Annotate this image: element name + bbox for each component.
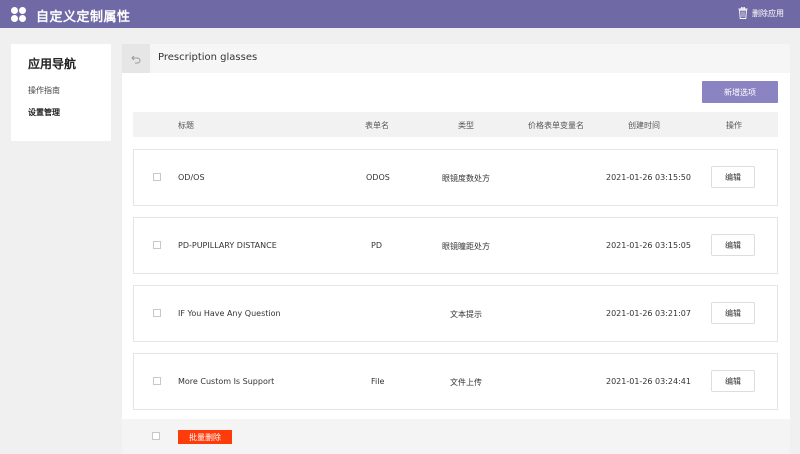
column-header-created: 创建时间 <box>628 121 660 130</box>
page-title: Prescription glasses <box>158 52 258 63</box>
table-header: 标题 表单名 类型 价格表单变量名 创建时间 操作 <box>133 112 778 137</box>
sidebar-item-guide[interactable]: 操作指南 <box>28 85 60 96</box>
row-form-name: ODOS <box>366 173 390 182</box>
trash-icon <box>738 7 748 19</box>
row-created: 2021-01-26 03:24:41 <box>606 377 691 386</box>
edit-button[interactable]: 编辑 <box>711 234 755 256</box>
row-type: 眼镜度数处方 <box>442 174 490 183</box>
table-row: More Custom Is Support File 文件上传 2021-01… <box>133 353 778 410</box>
row-type: 眼镜瞳距处方 <box>442 242 490 251</box>
main-header: Prescription glasses <box>122 44 790 73</box>
edit-button[interactable]: 编辑 <box>711 302 755 324</box>
top-bar: 自定义定制属性 删除应用 <box>0 0 800 28</box>
column-header-action: 操作 <box>726 121 742 130</box>
table-row: PD-PUPILLARY DISTANCE PD 眼镜瞳距处方 2021-01-… <box>133 217 778 274</box>
column-header-type: 类型 <box>458 121 474 130</box>
back-arrow-icon <box>131 55 141 63</box>
row-checkbox[interactable] <box>153 241 161 249</box>
batch-delete-button[interactable]: 批量删除 <box>178 430 232 444</box>
app-title: 自定义定制属性 <box>36 10 131 25</box>
table-row: OD/OS ODOS 眼镜度数处方 2021-01-26 03:15:50 编辑 <box>133 149 778 206</box>
select-all-checkbox[interactable] <box>152 432 160 440</box>
delete-app-label: 删除应用 <box>752 8 784 18</box>
sidebar-item-settings[interactable]: 设置管理 <box>28 107 60 118</box>
row-type: 文件上传 <box>450 378 482 387</box>
row-created: 2021-01-26 03:15:05 <box>606 241 691 250</box>
column-header-form-name: 表单名 <box>365 121 389 130</box>
row-title: PD-PUPILLARY DISTANCE <box>178 241 277 250</box>
table-row: IF You Have Any Question 文本提示 2021-01-26… <box>133 285 778 342</box>
row-form-name: File <box>371 377 385 386</box>
sidebar: 应用导航 操作指南 设置管理 <box>11 44 111 141</box>
delete-app-button[interactable]: 删除应用 <box>738 7 784 19</box>
back-button[interactable] <box>122 44 150 73</box>
row-title: IF You Have Any Question <box>178 309 281 318</box>
row-checkbox[interactable] <box>153 173 161 181</box>
row-created: 2021-01-26 03:21:07 <box>606 309 691 318</box>
table-footer: 批量删除 <box>122 419 790 454</box>
row-checkbox[interactable] <box>153 309 161 317</box>
row-checkbox[interactable] <box>153 377 161 385</box>
column-header-price-var: 价格表单变量名 <box>528 121 584 130</box>
sidebar-title: 应用导航 <box>28 57 77 71</box>
row-title: More Custom Is Support <box>178 377 275 386</box>
row-type: 文本提示 <box>450 310 482 319</box>
column-header-title: 标题 <box>178 121 194 130</box>
row-form-name: PD <box>371 241 382 250</box>
row-created: 2021-01-26 03:15:50 <box>606 173 691 182</box>
add-option-button[interactable]: 新增选项 <box>702 81 778 103</box>
row-title: OD/OS <box>178 173 205 182</box>
edit-button[interactable]: 编辑 <box>711 166 755 188</box>
main-panel: Prescription glasses 新增选项 标题 表单名 类型 价格表单… <box>122 44 790 454</box>
app-logo-icon <box>11 7 26 22</box>
edit-button[interactable]: 编辑 <box>711 370 755 392</box>
